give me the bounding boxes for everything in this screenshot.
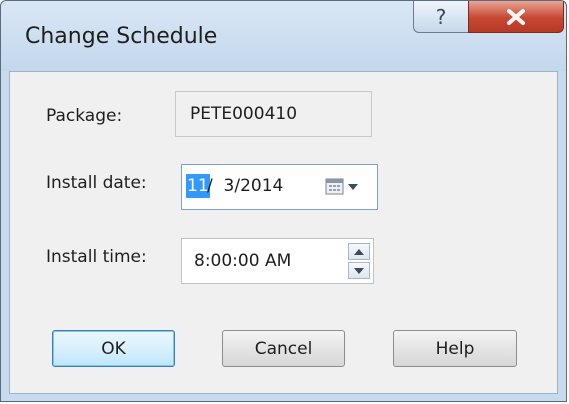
chevron-down-icon [354,267,364,274]
title-help-button[interactable]: ? [413,1,469,33]
ok-button-label: OK [101,338,126,359]
install-time-label: Install time: [46,247,147,267]
cancel-button[interactable]: Cancel [222,330,345,367]
calendar-icon [325,178,358,195]
install-date-label: Install date: [46,173,147,193]
package-value: PETE000410 [190,104,298,124]
close-icon [507,8,525,25]
install-time-value[interactable]: 8:00:00 AM [194,251,291,271]
help-button-label: Help [435,338,475,359]
dialog-client-area: Package: PETE000410 Install date: 11 / 3… [9,71,558,394]
calendar-dropdown-button[interactable] [325,177,365,197]
date-rest-segment[interactable]: / 3/2014 [207,174,283,198]
ok-button[interactable]: OK [52,330,175,367]
dialog-window: Change Schedule ? Package: PETE000410 In… [0,0,567,402]
chevron-up-icon [354,248,364,255]
package-label: Package: [46,106,123,126]
install-time-field[interactable]: 8:00:00 AM [181,238,374,284]
title-bar[interactable]: Change Schedule ? [1,1,566,71]
window-title: Change Schedule [25,24,218,49]
help-button[interactable]: Help [393,330,517,367]
time-spinner[interactable] [348,243,370,279]
spin-up-button[interactable] [348,243,370,260]
package-field: PETE000410 [175,91,372,137]
cancel-button-label: Cancel [254,338,313,359]
spin-down-button[interactable] [348,262,370,279]
close-button[interactable] [468,1,564,33]
question-icon: ? [435,4,447,29]
install-date-picker[interactable]: 11 / 3/2014 [181,164,378,210]
